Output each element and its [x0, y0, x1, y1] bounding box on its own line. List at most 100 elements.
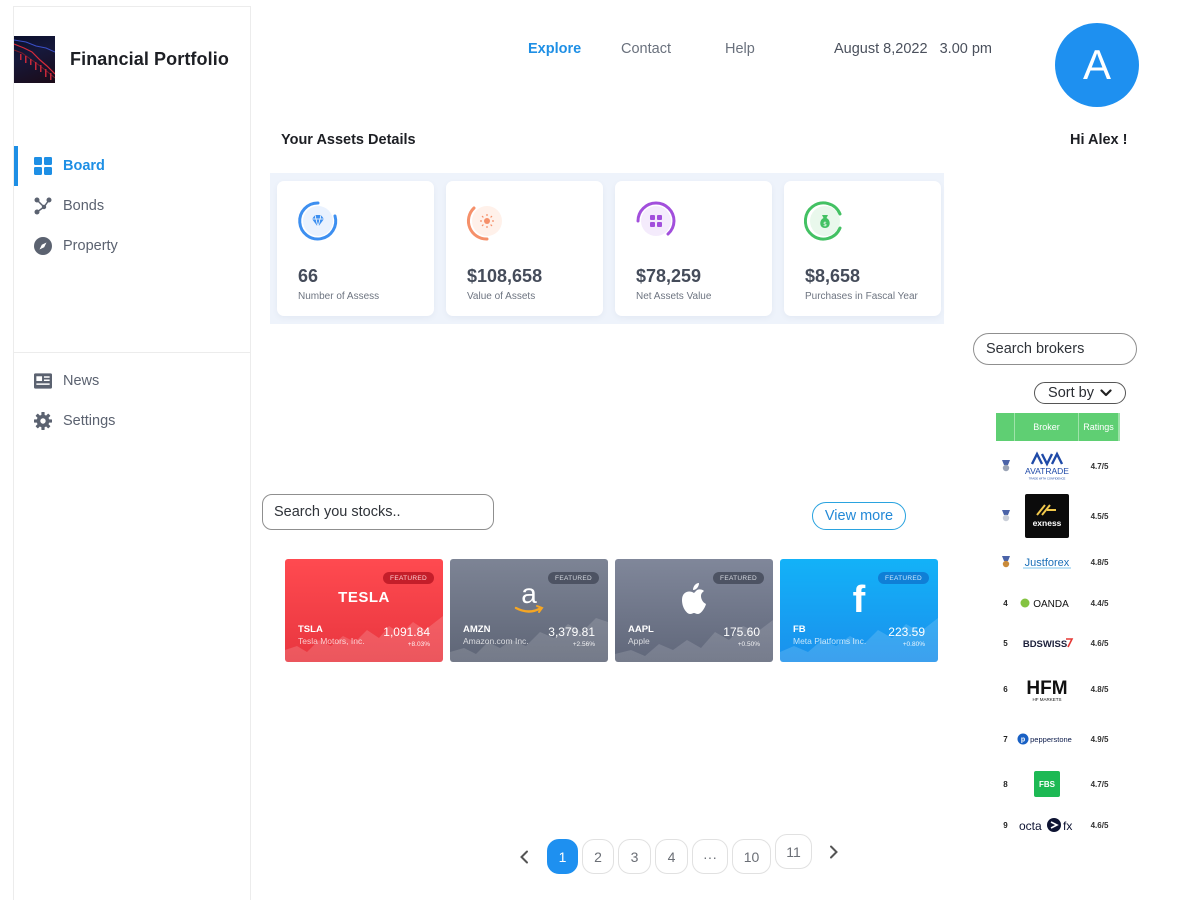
- broker-row[interactable]: 9 octa fx 4.6/5: [996, 816, 1120, 834]
- broker-logo-pepperstone: p pepperstone: [1015, 732, 1079, 746]
- stock-card-tsla[interactable]: FEATURED TESLA TSLA Tesla Motors, Inc. 1…: [285, 559, 443, 662]
- broker-row[interactable]: exness 4.5/5: [996, 494, 1120, 538]
- search-stocks-input[interactable]: [262, 494, 494, 530]
- broker-name: AVATRADE: [1025, 466, 1069, 476]
- ratings-column-header[interactable]: Ratings: [1079, 413, 1120, 441]
- stock-change: +0.50%: [737, 641, 760, 648]
- stock-company: Tesla Motors, Inc.: [298, 636, 365, 646]
- broker-rank: 5: [1003, 638, 1008, 648]
- nav-contact-link[interactable]: Contact: [621, 41, 671, 57]
- page-button[interactable]: 1: [547, 839, 578, 874]
- sidebar-item-settings[interactable]: Settings: [14, 401, 250, 441]
- broker-logo-octafx: octa fx: [1015, 816, 1079, 834]
- broker-logo-bdswiss: BDSWISS: [1015, 636, 1079, 650]
- stat-card-value-of-assets[interactable]: $108,658 Value of Assets: [446, 181, 603, 316]
- stat-card-number-of-assets[interactable]: 66 Number of Assess: [277, 181, 434, 316]
- search-brokers-input[interactable]: [973, 333, 1137, 365]
- stat-label: Number of Assess: [298, 291, 380, 302]
- broker-name: octa: [1019, 819, 1042, 833]
- broker-tagline: TRADE WITH CONFIDENCE: [1029, 477, 1066, 481]
- broker-row[interactable]: 5 BDSWISS 4.6/5: [996, 634, 1120, 652]
- avatar[interactable]: A: [1055, 23, 1139, 107]
- nav-explore-link[interactable]: Explore: [528, 41, 581, 57]
- broker-table-header: Broker Ratings: [996, 413, 1120, 441]
- broker-logo-avatrade: AVATRADE TRADE WITH CONFIDENCE: [1015, 451, 1079, 481]
- page-button[interactable]: 3: [618, 839, 651, 874]
- stock-price: 1,091.84: [383, 625, 430, 639]
- stock-change: +0.80%: [902, 641, 925, 648]
- broker-suffix: fx: [1063, 819, 1072, 833]
- tesla-logo-icon: TESLA: [285, 581, 443, 606]
- broker-rating: 4.6/5: [1090, 638, 1109, 648]
- stat-value: $78,259: [636, 266, 702, 286]
- broker-row[interactable]: 6 HFM HF MARKETS 4.8/5: [996, 675, 1120, 703]
- chevron-down-icon: [1100, 389, 1112, 397]
- page-button[interactable]: 10: [732, 839, 771, 874]
- logo-text: a: [521, 581, 537, 609]
- stock-price: 3,379.81: [548, 625, 595, 639]
- stock-company: Amazon.com Inc.: [463, 636, 529, 646]
- page-ellipsis[interactable]: ···: [692, 839, 728, 874]
- sidebar-item-label: Settings: [63, 413, 116, 429]
- stock-ticker: AMZN: [463, 624, 491, 635]
- broker-rating: 4.8/5: [1090, 684, 1109, 694]
- amazon-logo-icon: a: [450, 581, 608, 617]
- sidebar-item-news[interactable]: News: [14, 361, 250, 401]
- broker-rank: 4: [1003, 598, 1008, 608]
- stock-change: +2.56%: [572, 641, 595, 648]
- broker-row[interactable]: 8 FBS 4.7/5: [996, 771, 1120, 797]
- compass-icon: [34, 237, 52, 255]
- stock-company: Meta Platforms Inc.: [793, 636, 867, 646]
- page-button[interactable]: 11: [775, 834, 812, 869]
- stock-company: Apple: [628, 636, 650, 646]
- stock-price: 223.59: [888, 625, 925, 639]
- page-button[interactable]: 4: [655, 839, 688, 874]
- svg-text:$: $: [823, 221, 827, 228]
- sidebar-item-property[interactable]: Property: [14, 226, 250, 266]
- sidebar-item-board[interactable]: Board: [14, 146, 250, 186]
- sidebar-divider: [14, 352, 250, 353]
- stat-card-net-assets-value[interactable]: $78,259 Net Assets Value: [615, 181, 772, 316]
- stock-card-fb[interactable]: FEATURED f FB Meta Platforms Inc. 223.59…: [780, 559, 938, 662]
- sun-icon: [466, 206, 502, 241]
- rank-medal-icon: [996, 460, 1015, 472]
- broker-rating: 4.6/5: [1090, 820, 1109, 830]
- sidebar-item-label: Bonds: [63, 198, 105, 214]
- svg-text:p: p: [1021, 737, 1025, 744]
- broker-row[interactable]: Justforex 4.8/5: [996, 552, 1120, 572]
- broker-tagline: HF MARKETS: [1032, 697, 1061, 702]
- rank-medal-icon: [996, 556, 1015, 568]
- broker-name: FBS: [1039, 780, 1056, 789]
- sidebar-item-bonds[interactable]: Bonds: [14, 186, 250, 226]
- apps-icon: [636, 201, 676, 236]
- broker-name: Justforex: [1025, 557, 1070, 569]
- facebook-logo-icon: f: [780, 581, 938, 619]
- sidebar-item-label: Board: [63, 158, 105, 174]
- chevron-right-icon[interactable]: [826, 844, 842, 860]
- sort-by-dropdown[interactable]: Sort by: [1034, 382, 1126, 404]
- stat-card-purchases[interactable]: $ $8,658 Purchases in Fascal Year: [784, 181, 941, 316]
- broker-name: exness: [1033, 518, 1062, 528]
- broker-rank: 6: [1003, 684, 1008, 694]
- broker-rating: 4.7/5: [1090, 461, 1109, 471]
- broker-name: HFM: [1026, 678, 1067, 699]
- broker-row[interactable]: 7 p pepperstone 4.9/5: [996, 731, 1120, 747]
- broker-rank: 7: [1003, 734, 1008, 744]
- sidebar-item-label: News: [63, 373, 100, 389]
- stock-card-amzn[interactable]: FEATURED a AMZN Amazon.com Inc. 3,379.81…: [450, 559, 608, 662]
- greeting: Hi Alex !: [1070, 132, 1128, 148]
- stat-value: $8,658: [805, 266, 861, 286]
- stat-value: 66: [298, 266, 319, 286]
- diamond-icon: [298, 201, 338, 241]
- broker-row[interactable]: AVATRADE TRADE WITH CONFIDENCE 4.7/5: [996, 450, 1120, 482]
- stock-card-aapl[interactable]: FEATURED AAPL Apple 175.60 +0.50%: [615, 559, 773, 662]
- broker-row[interactable]: 4 OANDA 4.4/5: [996, 594, 1120, 612]
- view-more-button[interactable]: View more: [812, 502, 906, 530]
- broker-name: pepperstone: [1030, 735, 1072, 744]
- rank-column-header: [996, 413, 1015, 441]
- nav-help-link[interactable]: Help: [725, 41, 755, 57]
- broker-column-header[interactable]: Broker: [1015, 413, 1079, 441]
- chevron-left-icon[interactable]: [516, 849, 532, 865]
- money-bag-icon: $: [804, 201, 842, 241]
- page-button[interactable]: 2: [582, 839, 614, 874]
